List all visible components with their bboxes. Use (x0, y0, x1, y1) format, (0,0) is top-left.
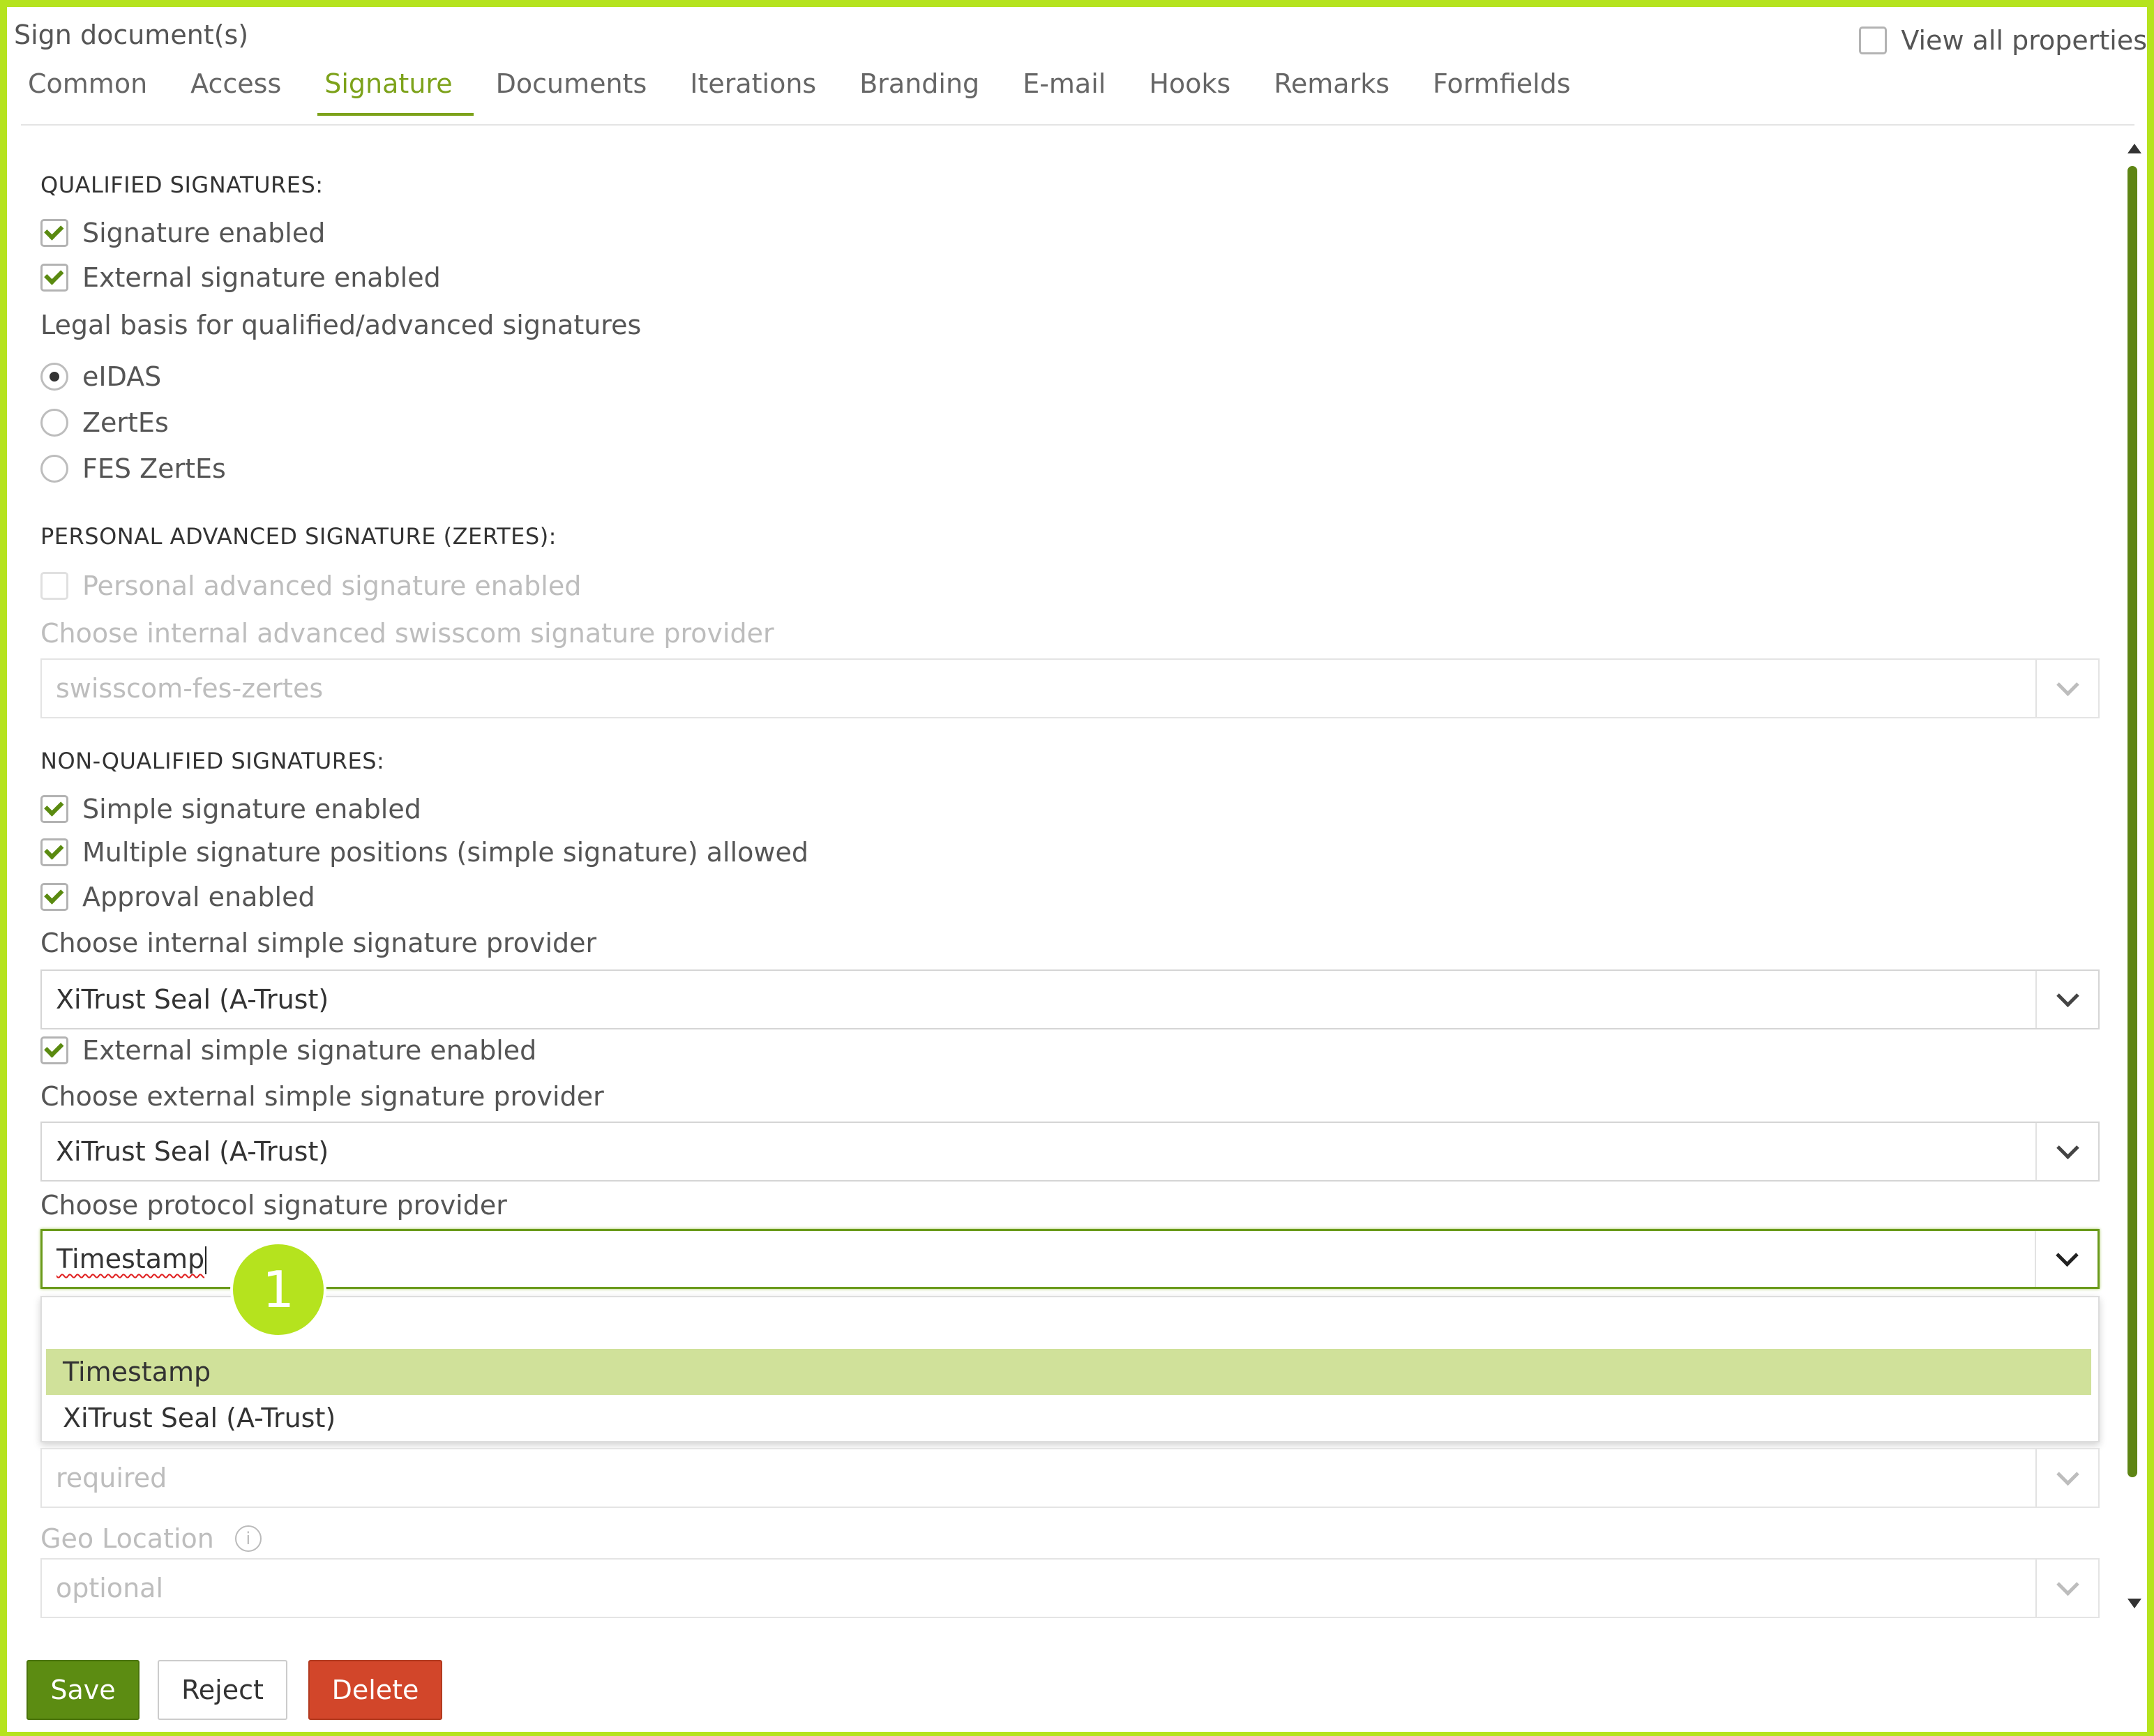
tab-remarks[interactable]: Remarks (1267, 68, 1410, 116)
chevron-down-icon[interactable] (2035, 1123, 2098, 1180)
external-signature-enabled-row[interactable]: External signature enabled (40, 262, 441, 293)
text-caret (205, 1246, 207, 1275)
signature-enabled-label: Signature enabled (82, 218, 326, 248)
delete-button[interactable]: Delete (308, 1660, 442, 1720)
chevron-down-icon[interactable] (2035, 971, 2098, 1028)
tab-common[interactable]: Common (21, 68, 168, 116)
geo-location-select[interactable]: optional (40, 1558, 2100, 1618)
personal-advanced-enabled-row: Personal advanced signature enabled (40, 571, 581, 601)
personal-advanced-provider-label: Choose internal advanced swisscom signat… (40, 618, 774, 649)
multiple-positions-row[interactable]: Multiple signature positions (simple sig… (40, 837, 808, 868)
protocol-provider-select[interactable]: Timestamp (40, 1229, 2100, 1289)
external-simple-provider-select[interactable]: XiTrust Seal (A-Trust) (40, 1122, 2100, 1182)
scroll-up-arrow-icon[interactable] (2127, 144, 2141, 153)
radio-zertes-label: ZertEs (82, 407, 169, 438)
signature-enabled-row[interactable]: Signature enabled (40, 218, 325, 248)
radio-zertes-button[interactable] (40, 409, 68, 437)
geo-location-label: Geo Location (40, 1523, 214, 1554)
personal-advanced-provider-select: swisscom-fes-zertes (40, 658, 2100, 718)
personal-advanced-enabled-checkbox (40, 572, 68, 600)
tab-formfields[interactable]: Formfields (1426, 68, 1592, 116)
chevron-down-icon[interactable] (2035, 1560, 2098, 1617)
external-signature-enabled-label: External signature enabled (82, 262, 441, 293)
internal-simple-provider-value: XiTrust Seal (A-Trust) (56, 984, 329, 1015)
tab-signature[interactable]: Signature (317, 68, 474, 116)
tab-email[interactable]: E-mail (1016, 68, 1127, 116)
chevron-down-icon (2035, 660, 2098, 717)
save-button[interactable]: Save (27, 1660, 140, 1720)
view-all-checkbox[interactable] (1859, 27, 1888, 54)
scroll-down-arrow-icon[interactable] (2127, 1599, 2141, 1608)
scrollbar-thumb[interactable] (2127, 166, 2137, 1477)
view-all-properties[interactable]: View all properties (1859, 25, 2147, 56)
radio-eidas-label: eIDAS (82, 361, 162, 392)
approval-enabled-label: Approval enabled (82, 882, 315, 912)
tab-bar: Common Access Signature Documents Iterat… (21, 68, 1607, 116)
radio-fes-zertes[interactable]: FES ZertEs (40, 453, 226, 484)
internal-simple-provider-select[interactable]: XiTrust Seal (A-Trust) (40, 969, 2100, 1029)
personal-advanced-heading: PERSONAL ADVANCED SIGNATURE (ZERTES): (40, 523, 557, 550)
non-qualified-heading: NON-QUALIFIED SIGNATURES: (40, 748, 385, 774)
tab-hooks[interactable]: Hooks (1142, 68, 1251, 116)
approval-enabled-row[interactable]: Approval enabled (40, 882, 315, 912)
tab-iterations[interactable]: Iterations (683, 68, 837, 116)
dialog-frame: Sign document(s) View all properties Com… (0, 0, 2154, 1736)
tab-access[interactable]: Access (183, 68, 302, 116)
simple-signature-enabled-label: Simple signature enabled (82, 794, 421, 824)
external-signature-enabled-checkbox[interactable] (40, 264, 68, 292)
callout-badge: 1 (230, 1241, 326, 1338)
external-simple-provider-label: Choose external simple signature provide… (40, 1081, 604, 1112)
view-all-label: View all properties (1901, 25, 2147, 56)
required-select[interactable]: required (40, 1448, 2100, 1508)
tab-documents[interactable]: Documents (489, 68, 668, 116)
multiple-positions-checkbox[interactable] (40, 838, 68, 866)
reject-button[interactable]: Reject (158, 1660, 287, 1720)
external-simple-provider-value: XiTrust Seal (A-Trust) (56, 1136, 329, 1167)
chevron-down-icon[interactable] (2035, 1231, 2097, 1287)
geo-location-value: optional (56, 1573, 164, 1603)
approval-enabled-checkbox[interactable] (40, 883, 68, 911)
dialog-title: Sign document(s) (14, 20, 249, 50)
external-simple-enabled-row[interactable]: External simple signature enabled (40, 1035, 536, 1066)
chevron-down-icon[interactable] (2035, 1449, 2098, 1507)
radio-eidas-button[interactable] (40, 363, 68, 391)
signature-enabled-checkbox[interactable] (40, 219, 68, 247)
protocol-provider-label: Choose protocol signature provider (40, 1190, 507, 1221)
radio-fes-zertes-button[interactable] (40, 455, 68, 483)
required-select-value: required (56, 1463, 167, 1493)
simple-signature-enabled-checkbox[interactable] (40, 795, 68, 823)
info-icon[interactable]: i (234, 1525, 262, 1552)
radio-zertes[interactable]: ZertEs (40, 407, 169, 438)
internal-simple-provider-label: Choose internal simple signature provide… (40, 928, 597, 958)
dropdown-option-xitrust[interactable]: XiTrust Seal (A-Trust) (46, 1395, 2091, 1441)
personal-advanced-enabled-label: Personal advanced signature enabled (82, 571, 582, 601)
tab-divider (21, 124, 2134, 126)
geo-location-label-row: Geo Location i (40, 1523, 262, 1554)
simple-signature-enabled-row[interactable]: Simple signature enabled (40, 794, 421, 824)
external-simple-enabled-checkbox[interactable] (40, 1036, 68, 1064)
qualified-heading: QUALIFIED SIGNATURES: (40, 172, 324, 198)
protocol-provider-dropdown: Timestamp XiTrust Seal (A-Trust) (40, 1296, 2100, 1442)
external-simple-enabled-label: External simple signature enabled (82, 1035, 537, 1066)
personal-advanced-provider-value: swisscom-fes-zertes (56, 673, 324, 704)
multiple-positions-label: Multiple signature positions (simple sig… (82, 837, 808, 868)
radio-eidas[interactable]: eIDAS (40, 361, 161, 392)
protocol-provider-input[interactable]: Timestamp (43, 1244, 2035, 1275)
legal-basis-label: Legal basis for qualified/advanced signa… (40, 310, 642, 340)
tab-branding[interactable]: Branding (852, 68, 1000, 116)
radio-fes-zertes-label: FES ZertEs (82, 453, 226, 484)
dropdown-option-timestamp[interactable]: Timestamp (46, 1349, 2091, 1395)
protocol-provider-value: Timestamp (57, 1243, 205, 1274)
